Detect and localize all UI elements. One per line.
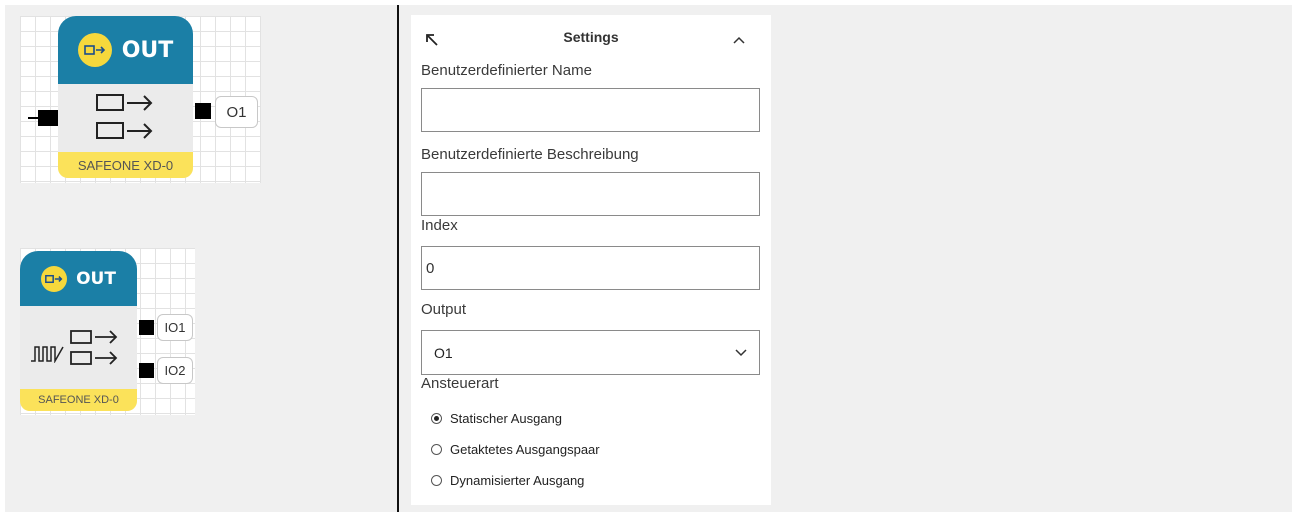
block-header: OUT	[58, 16, 193, 84]
index-input[interactable]	[421, 246, 760, 290]
output-arrow-icon	[41, 265, 68, 292]
radio-label: Dynamisierter Ausgang	[450, 473, 585, 488]
pulse-signal-icon	[30, 343, 64, 367]
port-label-io2: IO2	[157, 357, 193, 384]
block-device-label: SAFEONE XD-0	[77, 157, 174, 173]
index-label: Index	[421, 217, 458, 234]
radio-static-output[interactable]: Statischer Ausgang	[431, 411, 562, 426]
block-footer: SAFEONE XD-0	[58, 152, 193, 178]
out-block[interactable]: OUT SAFEONE XD-0	[58, 16, 193, 178]
radio-label: Getaktetes Ausgangspaar	[450, 442, 600, 457]
block-header: OUT	[20, 251, 137, 306]
output-arrow-icon	[96, 92, 154, 118]
pane-divider[interactable]	[397, 5, 399, 512]
block-device-label: SAFEONE XD-0	[38, 394, 119, 406]
port-label-o1: O1	[215, 96, 258, 128]
control-mode-label: Ansteuerart	[421, 375, 499, 392]
output-label: Output	[421, 301, 467, 318]
output-pin-io2[interactable]	[139, 363, 154, 378]
panel-title: Settings	[563, 29, 619, 45]
output-select[interactable]: O1	[421, 330, 760, 375]
custom-description-label: Benutzerdefinierte Beschreibung	[421, 146, 639, 163]
block-preview-2: OUT SAFEONE XD-0 IO1 IO2	[20, 248, 195, 415]
chevron-down-icon	[735, 344, 747, 362]
radio-clocked-output-pair[interactable]: Getaktetes Ausgangspaar	[431, 442, 600, 457]
output-arrow-icon	[96, 120, 154, 146]
radio-dynamic-output[interactable]: Dynamisierter Ausgang	[431, 473, 584, 488]
output-select-value: O1	[434, 344, 453, 361]
custom-name-label: Benutzerdefinierter Name	[421, 62, 592, 79]
block-footer: SAFEONE XD-0	[20, 389, 137, 411]
output-arrow-icon	[70, 329, 118, 351]
output-arrow-icon	[70, 350, 118, 372]
settings-panel: Settings Benutzerdefinierter Name Benutz…	[411, 15, 771, 505]
input-pin[interactable]	[38, 110, 58, 126]
port-label-io1: IO1	[157, 314, 193, 341]
output-pin-o1[interactable]	[195, 103, 211, 119]
output-pin-io1[interactable]	[139, 320, 154, 335]
radio-label: Statischer Ausgang	[450, 411, 563, 426]
radio-button[interactable]	[431, 444, 442, 455]
radio-button[interactable]	[431, 475, 442, 486]
block-preview-1: OUT SAFEONE XD-0 O1	[20, 16, 261, 183]
out-block[interactable]: OUT SAFEONE XD-0	[20, 251, 137, 411]
output-arrow-icon	[77, 33, 112, 67]
custom-description-input[interactable]	[421, 172, 760, 216]
custom-name-input[interactable]	[421, 88, 760, 132]
block-title: OUT	[76, 268, 116, 289]
radio-button-selected[interactable]	[431, 413, 442, 424]
block-title: OUT	[121, 37, 174, 63]
chevron-up-icon[interactable]	[728, 29, 750, 51]
